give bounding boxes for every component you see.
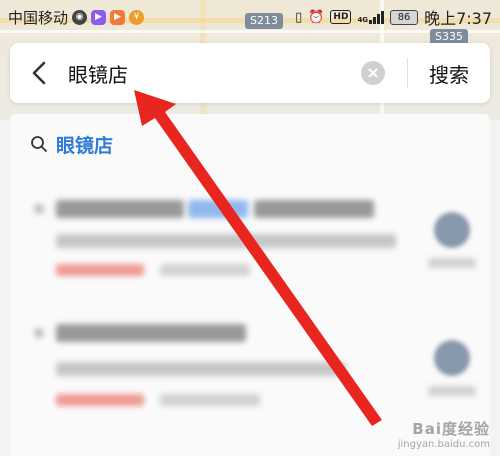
search-input[interactable]: [68, 53, 361, 93]
search-icon: [31, 136, 47, 152]
alarm-icon: ⏰: [308, 9, 325, 25]
shopping-app-icon: ¥: [129, 9, 145, 25]
result-avatar: [434, 212, 470, 248]
results-panel: 眼镜店: [10, 114, 490, 456]
back-button[interactable]: [10, 43, 68, 103]
video-app-icon: ▶: [91, 9, 107, 25]
vibrate-icon: ▯: [295, 9, 303, 25]
status-bar: 中国移动 ◉ ▶ ▶ ¥ ▯ ⏰ HD 4G 86 晚上7:37: [0, 0, 500, 34]
search-bar: 搜索: [10, 43, 490, 103]
result-avatar: [434, 340, 470, 376]
suggestion-item[interactable]: 眼镜店: [10, 114, 490, 174]
battery-icon: 86: [390, 9, 419, 25]
hd-icon: HD: [330, 10, 352, 24]
chevron-left-icon: [32, 61, 46, 85]
watermark-logo: Bai度经验: [412, 420, 490, 438]
watermark: Bai度经验 jingyan.baidu.com: [398, 418, 490, 450]
signal-icon: [369, 10, 385, 24]
network-type: 4G: [357, 15, 369, 24]
watermark-url: jingyan.baidu.com: [397, 439, 490, 450]
clear-button[interactable]: [361, 61, 385, 85]
close-icon: [368, 68, 378, 78]
notification-app-icon: ◉: [72, 9, 88, 25]
suggestion-text: 眼镜店: [56, 134, 114, 157]
status-time: 晚上7:37: [424, 9, 492, 28]
carrier-name: 中国移动: [8, 8, 69, 27]
play-app-icon: ▶: [110, 9, 126, 25]
search-button[interactable]: 搜索: [408, 43, 490, 103]
